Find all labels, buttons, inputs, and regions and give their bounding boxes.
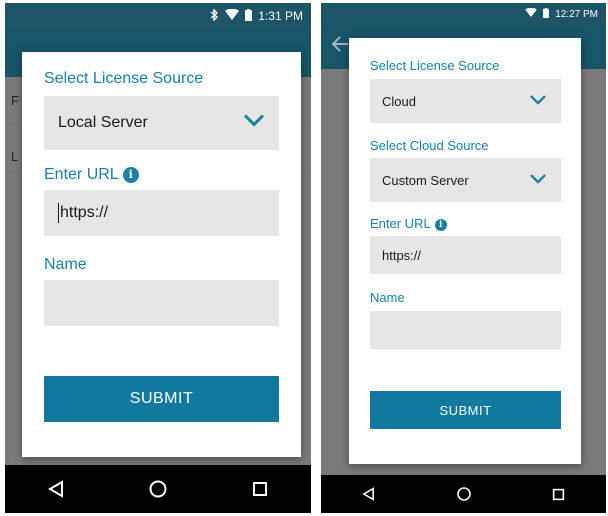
wifi-icon	[525, 7, 537, 20]
chevron-down-icon	[529, 173, 547, 188]
recents-square-icon[interactable]	[544, 479, 574, 509]
submit-button-label: SUBMIT	[439, 402, 492, 418]
background-letter: F	[11, 93, 19, 108]
status-time: 1:31 PM	[258, 9, 303, 23]
name-input[interactable]	[370, 311, 561, 349]
license-dialog: Select License Source Cloud Select Cloud…	[349, 38, 581, 464]
status-bar: 1:31 PM	[5, 3, 311, 29]
back-arrow-icon[interactable]	[331, 35, 349, 58]
license-source-dropdown[interactable]: Local Server	[44, 96, 279, 150]
submit-button[interactable]: SUBMIT	[44, 376, 279, 422]
license-source-value: Cloud	[382, 93, 416, 109]
wifi-icon	[225, 8, 240, 23]
cloud-source-label: Select Cloud Source	[370, 138, 489, 153]
chevron-down-icon	[529, 94, 547, 109]
home-circle-icon[interactable]	[143, 474, 173, 504]
name-label: Name	[370, 290, 405, 305]
back-triangle-icon[interactable]	[41, 474, 71, 504]
info-icon[interactable]: i	[434, 219, 447, 231]
cloud-source-dropdown[interactable]: Custom Server	[370, 158, 561, 202]
chevron-down-icon	[243, 114, 265, 133]
home-circle-icon[interactable]	[449, 479, 479, 509]
license-source-value: Local Server	[58, 114, 148, 131]
battery-icon	[245, 8, 253, 24]
url-label: Enter URL	[370, 216, 431, 231]
name-input[interactable]	[44, 280, 279, 326]
url-input-value: https://	[382, 247, 422, 263]
submit-button-label: SUBMIT	[129, 390, 194, 407]
url-label-row: Enter URL i	[44, 166, 279, 184]
navigation-bar	[5, 465, 311, 513]
navigation-bar	[321, 475, 606, 513]
name-label: Name	[44, 256, 87, 273]
url-input-value: https://	[60, 204, 109, 221]
bluetooth-icon	[209, 7, 219, 24]
cloud-source-value: Custom Server	[382, 172, 469, 188]
back-triangle-icon[interactable]	[354, 479, 384, 509]
background-letter: L	[11, 149, 19, 164]
license-source-dropdown[interactable]: Cloud	[370, 79, 561, 123]
battery-icon	[543, 7, 550, 21]
text-cursor	[58, 203, 59, 223]
status-time: 12:27 PM	[555, 8, 598, 20]
recents-square-icon[interactable]	[245, 474, 275, 504]
info-icon[interactable]: i	[122, 166, 139, 183]
status-bar: 12:27 PM	[321, 3, 606, 25]
url-input[interactable]: https://	[44, 190, 279, 236]
right-device-screen: 12:27 PM Select License Source Cloud Sel…	[321, 3, 606, 513]
url-label: Enter URL	[44, 166, 119, 183]
submit-button[interactable]: SUBMIT	[370, 391, 561, 429]
left-device-screen: 1:31 PM F L Select License Source Local …	[5, 3, 311, 513]
url-input[interactable]: https://	[370, 236, 561, 274]
license-dialog: Select License Source Local Server Enter…	[22, 52, 301, 457]
url-label-row: Enter URL i	[370, 216, 561, 231]
license-source-label: Select License Source	[370, 58, 500, 73]
license-source-label: Select License Source	[44, 70, 204, 87]
